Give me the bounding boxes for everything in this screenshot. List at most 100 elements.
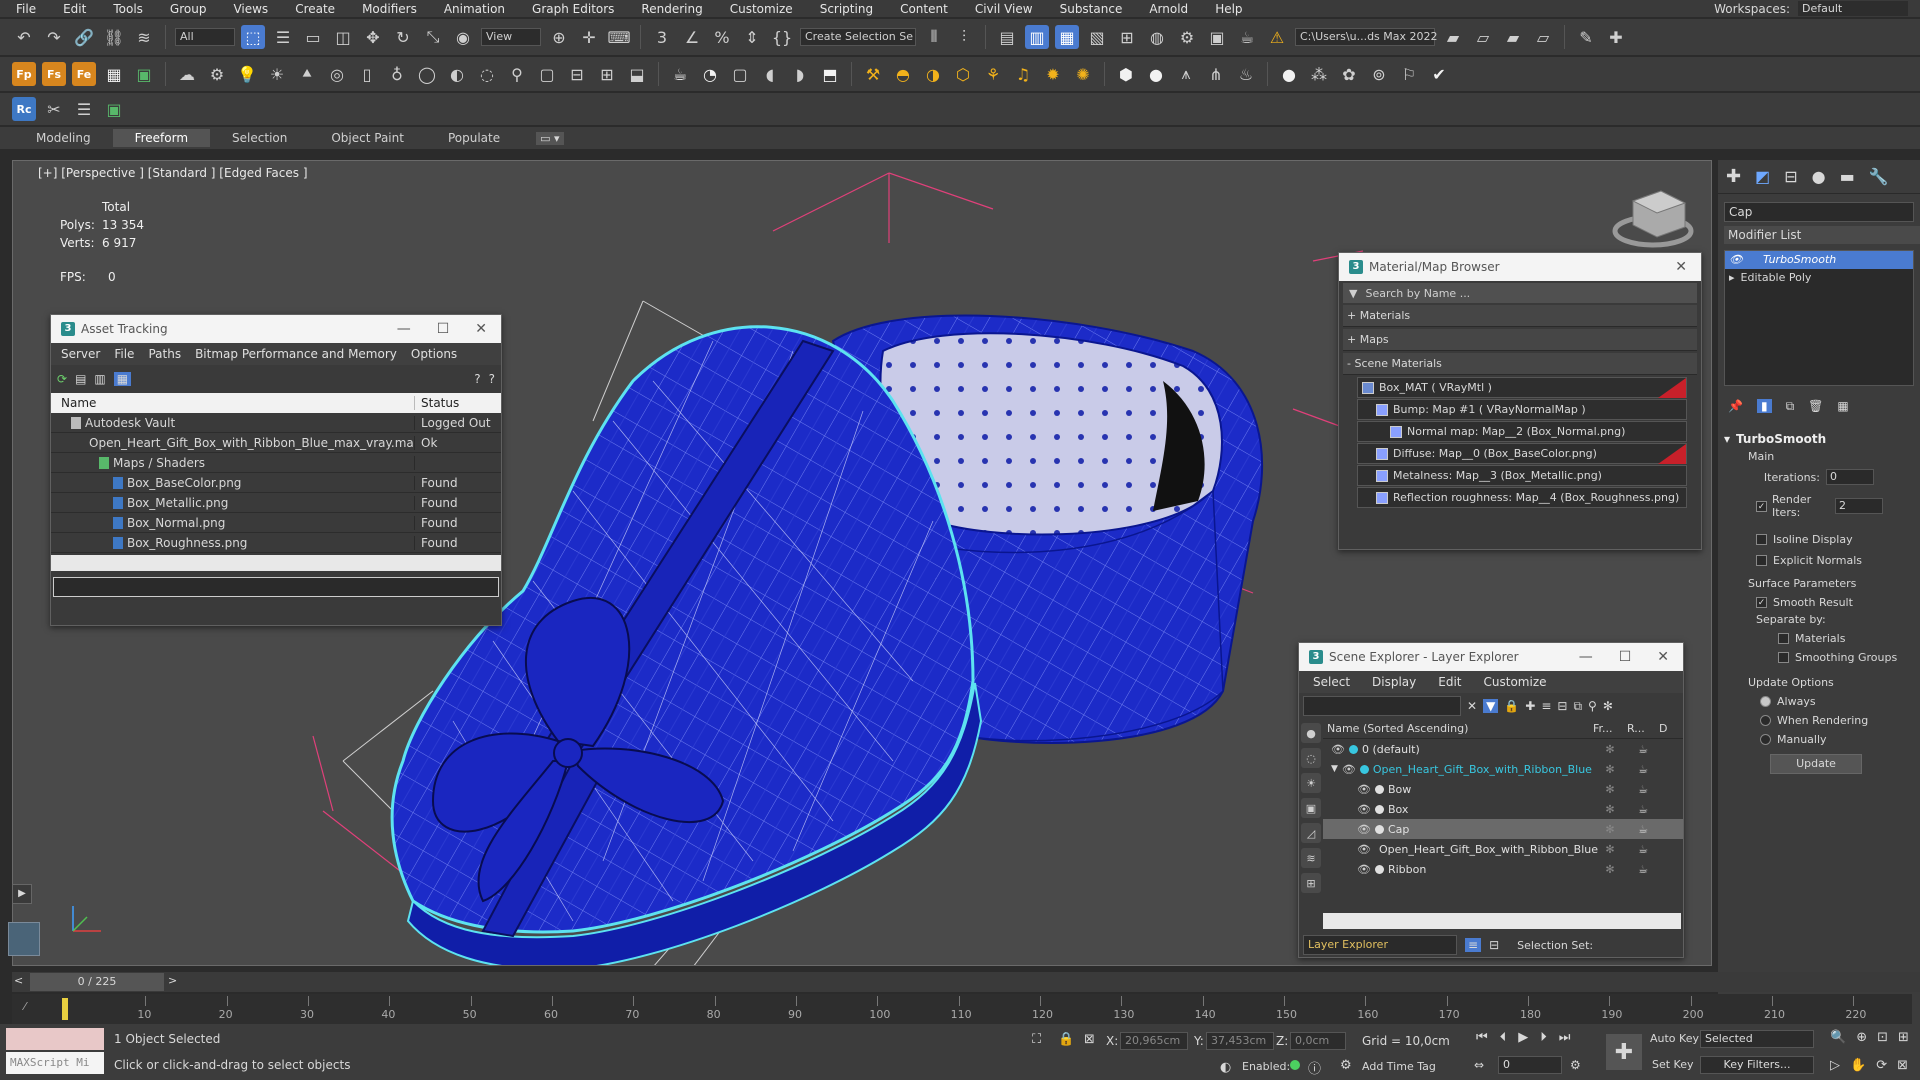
freeze-icon[interactable]: ✻ [1593,803,1627,816]
menu-item-edit[interactable]: Edit [47,2,97,16]
column-name[interactable]: Name (Sorted Ascending) [1323,722,1593,735]
visibility-eye-icon[interactable]: 👁 [1357,803,1371,816]
hierarchy-icon[interactable]: ⊟ [1489,938,1499,952]
selection-filter-dropdown[interactable]: All [175,28,235,46]
material-item[interactable]: Diffuse: Map__0 (Box_BaseColor.png) [1357,443,1687,464]
redo-icon[interactable]: ↷ [42,25,66,49]
column-freeze[interactable]: Fr... [1593,722,1627,735]
maxscript-listener-top[interactable] [6,1028,104,1050]
table-row[interactable]: Box_Metallic.png Found [51,493,501,513]
layers-icon[interactable]: ⧉ [1573,699,1582,714]
configure-sets-icon[interactable]: ▦ [1837,399,1848,413]
warning-icon[interactable]: ⚠ [1265,25,1289,49]
explorer-type-dropdown[interactable]: Layer Explorer [1303,935,1457,955]
network-icon[interactable]: ⚙ [205,62,229,86]
rectangular-selection-icon[interactable]: ▭ [301,25,325,49]
open-folder-icon[interactable]: ▰ [1441,25,1465,49]
y-coordinate-field[interactable]: 37,453cm [1206,1032,1274,1050]
render-production-icon[interactable]: ☕ [1235,25,1259,49]
smooth-result-checkbox[interactable]: ✓ [1756,597,1767,608]
menu-item-views[interactable]: Views [217,2,279,16]
filter-icon[interactable]: ▼ [1483,699,1499,713]
asset-menu-bitmap-performance-and-memory[interactable]: Bitmap Performance and Memory [195,347,397,361]
cloud-icon[interactable]: ☁ [175,62,199,86]
display-geometry-icon[interactable]: ● [1301,723,1321,743]
save-folder-icon[interactable]: ▱ [1471,25,1495,49]
plane-icon[interactable]: ⬓ [625,62,649,86]
tab-object-paint[interactable]: Object Paint [309,129,426,147]
project-folder-icon[interactable]: ▰ [1501,25,1525,49]
tree-row[interactable]: 👁 0 (default) ✻ ☕ [1323,739,1683,759]
tree-row[interactable]: ▼ 👁 Open_Heart_Gift_Box_with_Ribbon_Blue ✻ ☕ [1323,759,1683,779]
create-tab-icon[interactable]: ✚ [1726,166,1741,187]
show-end-result-icon[interactable]: ▮ [1756,399,1772,413]
current-frame-field[interactable]: 0 [1498,1056,1562,1074]
when-rendering-radio[interactable] [1760,715,1771,726]
check-icon[interactable]: ✔ [1427,62,1451,86]
visibility-eye-icon[interactable]: 👁 [1331,743,1345,756]
freeze-icon[interactable]: ✻ [1593,783,1627,796]
frame-counter[interactable]: 0 / 225 [30,973,164,991]
chevron-left-icon[interactable]: < [14,974,23,987]
remove-modifier-icon[interactable]: 🗑 [1808,399,1823,413]
angle-snap-icon[interactable]: ∠ [680,25,704,49]
named-selection-dropdown[interactable]: Create Selection Se [800,28,916,46]
dodecahedron-icon[interactable]: ⬡ [951,62,975,86]
fe-icon[interactable]: Fe [72,62,96,86]
maximize-icon[interactable]: ☐ [437,321,450,337]
fire-icon[interactable]: ♨ [1234,62,1258,86]
column-render[interactable]: R... [1627,722,1659,735]
render-flower-icon[interactable]: ✿ [1337,62,1361,86]
ring-icon[interactable]: ◔ [698,62,722,86]
tab-modeling[interactable]: Modeling [14,129,113,147]
selection-lock-icon[interactable]: 🔒 [1058,1032,1074,1047]
tab-populate[interactable]: Populate [426,129,522,147]
display-helpers-icon[interactable]: ◿ [1301,823,1321,843]
material-item[interactable]: Reflection roughness: Map__4 (Box_Roughn… [1357,487,1687,508]
tree-row[interactable]: 👁 Box ✻ ☕ [1323,799,1683,819]
clear-search-icon[interactable]: ✕ [1467,699,1477,713]
material-section-0[interactable]: + Materials [1343,305,1697,327]
iterations-spinner[interactable]: 0 [1826,469,1874,485]
spinner-snap-icon[interactable]: ⇕ [740,25,764,49]
light-filter-icon[interactable]: ⚲ [1588,699,1597,713]
utilities-tab-icon[interactable]: 🔧 [1869,167,1889,186]
viewcube[interactable] [1612,190,1694,248]
zoom-all-icon[interactable]: ⊕ [1856,1030,1867,1045]
render-teapot-icon[interactable]: ☕ [1627,763,1659,776]
asset-tracking-scrollbar[interactable] [51,555,501,571]
material-item[interactable]: Bump: Map #1 ( VRayNormalMap ) [1357,399,1687,420]
asset-menu-paths[interactable]: Paths [148,347,181,361]
pan-icon[interactable]: ✋ [1850,1058,1866,1073]
table-icon[interactable]: ▦ [102,62,126,86]
add-icon[interactable]: ✚ [1604,25,1628,49]
curve-editor-icon[interactable]: ▧ [1085,25,1109,49]
display-shapes-icon[interactable]: ◌ [1301,748,1321,768]
window-crossing-icon[interactable]: ◫ [331,25,355,49]
close-icon[interactable]: ✕ [475,321,487,337]
half-sphere-icon[interactable]: ◓ [891,62,915,86]
maximize-viewport-icon[interactable]: ⊠ [1897,1058,1908,1073]
brush-icon[interactable]: ✎ [1574,25,1598,49]
bulb2-icon[interactable]: ⚲ [505,62,529,86]
help-icon[interactable]: ? [474,372,480,386]
settings-icon[interactable]: ? [489,372,501,386]
render-setup-icon[interactable]: ⚙ [1175,25,1199,49]
visibility-eye-icon[interactable]: 👁 [1357,783,1371,796]
previous-frame-icon[interactable]: ⏴ [1500,1030,1507,1045]
asset-menu-file[interactable]: File [114,347,134,361]
minimize-icon[interactable]: — [397,321,411,337]
column-name[interactable]: Name [51,396,415,410]
visibility-eye-icon[interactable]: 👁 [1342,763,1356,776]
moon-icon[interactable]: ◑ [921,62,945,86]
select-move-icon[interactable]: ✥ [361,25,385,49]
select-by-name-icon[interactable]: ☰ [271,25,295,49]
viewport-label[interactable]: [+] [Perspective ] [Standard ] [Edged Fa… [38,166,308,180]
freeze-icon[interactable]: ✻ [1593,843,1627,856]
stack-item-editable-poly[interactable]: ▸ Editable Poly [1725,269,1913,287]
material-item[interactable]: Box_MAT ( VRayMtl ) [1357,377,1687,398]
tab-freeform[interactable]: Freeform [112,129,211,147]
fp-icon[interactable]: Fp [12,62,36,86]
helper-filter-icon[interactable]: ✻ [1603,699,1613,713]
pin-stack-icon[interactable]: 📌 [1728,399,1743,413]
